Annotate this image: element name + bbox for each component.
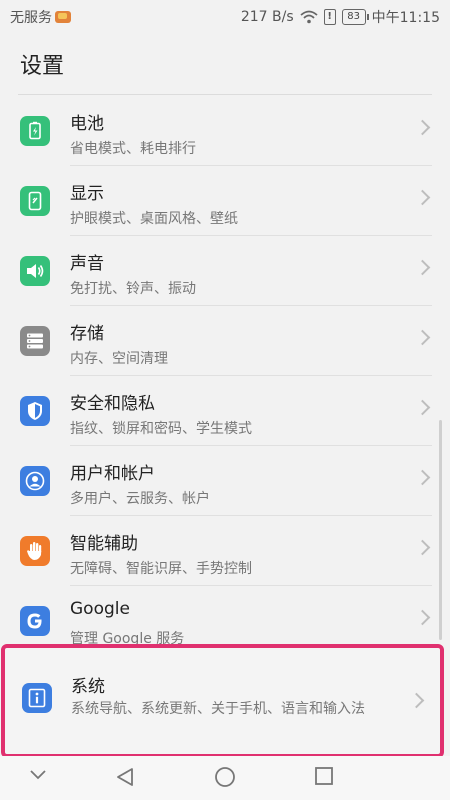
item-subtitle: 指纹、锁屏和密码、学生模式 xyxy=(70,421,252,437)
carrier-text: 无服务 xyxy=(10,10,52,26)
settings-item-battery[interactable]: 电池 省电模式、耗电排行 xyxy=(0,96,450,166)
clock: 中午11:15 xyxy=(371,10,440,26)
storage-icon xyxy=(20,326,50,356)
app-header: 设置 xyxy=(0,32,450,94)
status-left: 无服务 xyxy=(10,7,71,27)
item-title: Google xyxy=(70,599,130,619)
divider xyxy=(18,94,432,95)
item-title: 电池 xyxy=(70,114,104,134)
settings-item-security[interactable]: 安全和隐私 指纹、锁屏和密码、学生模式 xyxy=(0,376,450,446)
chevron-right-icon xyxy=(408,692,425,709)
hand-icon xyxy=(20,536,50,566)
settings-item-users-accounts[interactable]: 用户和帐户 多用户、云服务、帐户 xyxy=(0,446,450,516)
item-subtitle: 无障碍、智能识屏、手势控制 xyxy=(70,561,252,577)
page-title: 设置 xyxy=(20,54,65,79)
google-icon xyxy=(20,606,50,636)
item-subtitle: 免打扰、铃声、振动 xyxy=(70,281,196,297)
settings-item-smart-assist[interactable]: 智能辅助 无障碍、智能识屏、手势控制 xyxy=(0,516,450,586)
chevron-right-icon xyxy=(414,119,431,136)
settings-item-storage[interactable]: 存储 内存、空间清理 xyxy=(0,306,450,376)
info-icon xyxy=(22,683,52,713)
item-title: 安全和隐私 xyxy=(70,394,155,414)
wifi-icon xyxy=(300,10,318,24)
chevron-right-icon xyxy=(414,259,431,276)
chevron-right-icon xyxy=(414,539,431,556)
back-icon[interactable] xyxy=(114,766,136,788)
item-subtitle: 多用户、云服务、帐户 xyxy=(70,491,210,507)
chevron-right-icon xyxy=(414,469,431,486)
chevron-right-icon xyxy=(414,609,431,626)
display-icon xyxy=(20,186,50,216)
network-speed: 217 B/s xyxy=(240,9,294,25)
recents-icon[interactable] xyxy=(314,766,334,786)
status-bar: 无服务 217 B/s ! 83 中午11:15 xyxy=(0,0,450,32)
item-title: 显示 xyxy=(70,184,104,204)
item-subtitle: 内存、空间清理 xyxy=(70,351,168,367)
item-title: 智能辅助 xyxy=(70,534,138,554)
item-title: 声音 xyxy=(70,254,104,274)
home-icon[interactable] xyxy=(214,766,236,788)
alert-icon: ! xyxy=(323,9,336,25)
app-notification-icon xyxy=(55,11,71,23)
battery-icon: 83 xyxy=(341,9,369,25)
settings-item-sound[interactable]: 声音 免打扰、铃声、振动 xyxy=(0,236,450,306)
collapse-icon[interactable] xyxy=(28,768,48,782)
item-title: 存储 xyxy=(70,324,104,344)
scrollbar-thumb[interactable] xyxy=(439,420,442,640)
user-icon xyxy=(20,466,50,496)
settings-item-display[interactable]: 显示 护眼模式、桌面风格、壁纸 xyxy=(0,166,450,236)
chevron-right-icon xyxy=(414,329,431,346)
item-subtitle: 系统导航、系统更新、关于手机、语言和输入法 xyxy=(71,701,365,717)
item-title: 用户和帐户 xyxy=(70,464,155,484)
item-title: 系统 xyxy=(71,677,105,697)
chevron-right-icon xyxy=(414,399,431,416)
status-right: 217 B/s ! 83 中午11:15 xyxy=(241,7,440,27)
battery-icon xyxy=(20,116,50,146)
navigation-bar xyxy=(0,756,450,800)
settings-item-system[interactable]: 系统 系统导航、系统更新、关于手机、语言和输入法 xyxy=(1,644,444,758)
shield-icon xyxy=(20,396,50,426)
item-subtitle: 护眼模式、桌面风格、壁纸 xyxy=(70,211,238,227)
item-subtitle: 省电模式、耗电排行 xyxy=(70,141,196,157)
sound-icon xyxy=(20,256,50,286)
chevron-right-icon xyxy=(414,189,431,206)
